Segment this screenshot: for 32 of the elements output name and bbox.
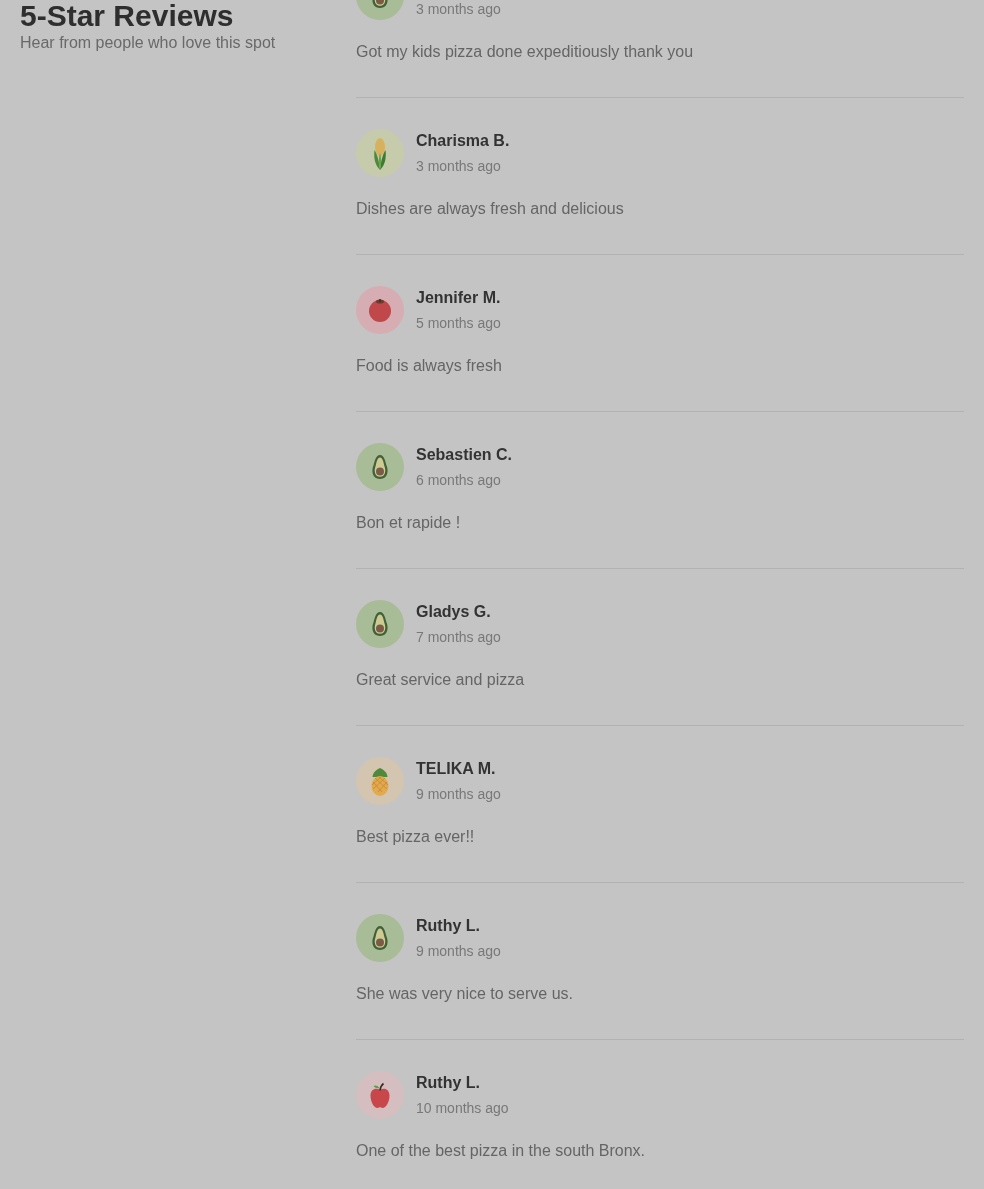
- review-text: Bon et rapide !: [356, 513, 462, 533]
- review-date: 7 months ago: [416, 628, 501, 647]
- review-date: 10 months ago: [416, 1099, 509, 1118]
- reviewer-name: Jennifer M.: [416, 288, 501, 308]
- tomato-icon: [356, 286, 404, 334]
- review-text: Great service and pizza: [356, 670, 526, 690]
- corn-icon: [356, 129, 404, 177]
- review-text: Best pizza ever!!: [356, 827, 476, 847]
- review-text: One of the best pizza in the south Bronx.: [356, 1141, 647, 1161]
- avocado-icon: [356, 600, 404, 648]
- review-text: She was very nice to serve us.: [356, 984, 574, 1004]
- section-subtitle: Hear from people who love this spot: [20, 33, 277, 53]
- pineapple-icon: [356, 757, 404, 805]
- apple-icon: [356, 1071, 404, 1119]
- avocado-icon: [356, 914, 404, 962]
- review-date: 9 months ago: [416, 785, 501, 804]
- review-date: 9 months ago: [416, 942, 501, 961]
- review-text: Dishes are always fresh and delicious: [356, 199, 625, 219]
- review-date: 3 months ago: [416, 157, 502, 176]
- review-date: 5 months ago: [416, 314, 501, 333]
- review-text: Got my kids pizza done expeditiously thank you: [356, 42, 695, 62]
- avocado-icon: [356, 443, 404, 491]
- review-date: 3 months ago: [416, 0, 501, 19]
- section-title: 5-Star Reviews: [20, 1, 235, 31]
- reviewer-name: TELIKA M.: [416, 759, 497, 779]
- reviewer-name: Gladys G.: [416, 602, 492, 622]
- reviewer-name: Charisma B.: [416, 131, 510, 151]
- review-text: Food is always fresh: [356, 356, 503, 376]
- reviewer-name: Ruthy L.: [416, 916, 481, 936]
- reviewer-name: Ruthy L.: [416, 1073, 481, 1093]
- reviewer-name: Sebastien C.: [416, 445, 513, 465]
- review-date: 6 months ago: [416, 471, 502, 490]
